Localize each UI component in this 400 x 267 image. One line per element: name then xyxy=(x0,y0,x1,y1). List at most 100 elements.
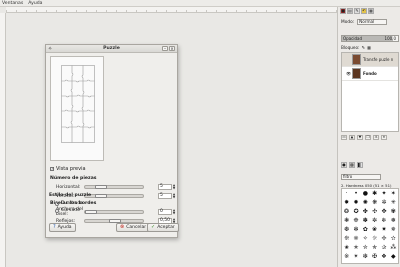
vertical-slider[interactable] xyxy=(84,194,144,198)
dialog-titlebar[interactable]: ✧ Puzzle – × xyxy=(46,45,177,53)
lower-layer-icon[interactable]: ▼ xyxy=(357,135,363,140)
new-layer-icon[interactable]: ▭ xyxy=(341,135,347,140)
vertical-spinbox[interactable]: 5 xyxy=(158,193,172,199)
brush-item[interactable]: ✳ xyxy=(391,199,396,206)
brush-item[interactable]: ❃ xyxy=(344,217,349,224)
brush-item[interactable]: ✰ xyxy=(381,244,386,251)
anchor-layer-icon[interactable]: ⚓ xyxy=(373,135,379,140)
gradients-tab-icon[interactable] xyxy=(357,162,363,168)
lock-alpha-icon[interactable]: ▦ xyxy=(367,45,371,50)
close-icon[interactable]: × xyxy=(169,46,175,51)
dock-tabs: ■ ▤ ✎ ↶ ▦ xyxy=(340,8,374,14)
brush-item[interactable]: ✿ xyxy=(363,226,368,233)
brush-item[interactable]: ✫ xyxy=(391,235,396,242)
brush-item[interactable]: ✵ xyxy=(391,226,396,233)
brush-item[interactable]: ✲ xyxy=(381,199,386,206)
brush-item[interactable]: ✥ xyxy=(381,208,386,215)
ok-button[interactable]: ✓ Aceptar xyxy=(147,223,179,232)
vertical-slider-handle[interactable] xyxy=(95,194,107,198)
brush-item[interactable]: ● xyxy=(363,190,368,197)
help-button[interactable]: ? Ayuda xyxy=(49,223,76,232)
pieces-section-title: Número de piezas xyxy=(50,176,97,181)
brush-item[interactable]: ❋ xyxy=(372,199,377,206)
cancel-button[interactable]: ⊗ Cancelar xyxy=(116,223,151,232)
brush-item[interactable]: · xyxy=(346,190,348,197)
brush-item[interactable]: ❅ xyxy=(391,217,396,224)
brush-item[interactable]: ❇ xyxy=(363,253,368,260)
brush-item[interactable]: ✮ xyxy=(363,244,368,251)
brush-item[interactable]: ✢ xyxy=(381,235,386,242)
brush-item[interactable]: ✧ xyxy=(363,235,368,242)
brush-item[interactable]: ❉ xyxy=(353,217,358,224)
mode-select[interactable]: Normal xyxy=(357,19,388,25)
brush-item[interactable]: ✣ xyxy=(372,208,377,215)
brush-item[interactable]: ❖ xyxy=(381,253,386,260)
raise-layer-icon[interactable]: ▲ xyxy=(349,135,355,140)
curved-radio[interactable] xyxy=(55,208,59,213)
duplicate-layer-icon[interactable]: ❐ xyxy=(365,135,371,140)
vertical-spin-arrows[interactable]: ▲ ▼ xyxy=(172,193,176,199)
horizontal-spinbox[interactable]: 5 xyxy=(158,184,172,190)
preview-toggle[interactable]: ✓ Vista previa xyxy=(50,166,86,172)
bevel-width-slider[interactable] xyxy=(84,210,144,214)
bevel-width-slider-handle[interactable] xyxy=(85,210,97,214)
brush-item[interactable]: ✤ xyxy=(363,208,368,215)
bevel-width-spinbox[interactable]: 0 xyxy=(158,209,172,215)
brush-item[interactable]: ❂ xyxy=(344,208,349,215)
horizontal-slider-handle[interactable] xyxy=(95,185,107,189)
brush-item[interactable]: ◆ xyxy=(391,253,396,260)
brush-item[interactable]: ✾ xyxy=(391,208,396,215)
brush-item[interactable]: ❊ xyxy=(344,235,349,242)
brush-item[interactable]: ✷ xyxy=(381,226,386,233)
bevel-width-spin-arrows[interactable]: ▲ ▼ xyxy=(172,209,176,215)
brush-item[interactable]: ※ xyxy=(344,253,349,260)
undo-tab-icon[interactable]: ↶ xyxy=(361,8,367,14)
help-icon: ? xyxy=(53,224,56,230)
brush-item[interactable]: ✸ xyxy=(344,199,349,206)
brush-item[interactable]: ⁂ xyxy=(390,244,396,251)
brush-item[interactable]: ❈ xyxy=(353,235,358,242)
brush-item[interactable]: ✺ xyxy=(363,199,368,206)
horizontal-spin-arrows[interactable]: ▲ ▼ xyxy=(172,184,176,190)
brush-item[interactable]: ✼ xyxy=(372,217,377,224)
brush-item[interactable]: ❆ xyxy=(344,226,349,233)
opacity-slider[interactable]: Opacidad 100,0 xyxy=(341,35,399,42)
brush-item[interactable]: ✱ xyxy=(372,190,377,197)
horizontal-label: Horizontal: xyxy=(56,184,81,190)
minimize-icon[interactable]: – xyxy=(162,46,168,51)
brushes-tab-icon[interactable]: ● xyxy=(341,162,347,168)
patterns-tab-icon[interactable]: ▩ xyxy=(349,162,355,168)
lock-pixels-icon[interactable]: ✎ xyxy=(361,45,365,50)
paths-tab-icon[interactable]: ✎ xyxy=(354,8,360,14)
delete-layer-icon[interactable]: ✕ xyxy=(381,135,387,140)
brush-item[interactable]: ✠ xyxy=(372,253,377,260)
images-tab-icon[interactable]: ▦ xyxy=(368,8,374,14)
brush-item[interactable]: ✬ xyxy=(344,244,349,251)
layer-item[interactable]: Transfe puzle n xyxy=(342,53,398,67)
brush-item[interactable]: ✪ xyxy=(353,208,358,215)
menu-ayuda[interactable]: Ayuda xyxy=(28,1,42,6)
brush-item[interactable]: ✦ xyxy=(381,190,386,197)
brush-item[interactable]: ❀ xyxy=(372,226,377,233)
preview-checkbox[interactable]: ✓ xyxy=(50,167,54,171)
square-radio[interactable] xyxy=(55,201,59,206)
layers-tab-icon[interactable]: ■ xyxy=(340,8,346,14)
brush-item[interactable]: ✶ xyxy=(391,190,396,197)
menu-ventanas[interactable]: Ventanas xyxy=(2,1,23,6)
brush-item[interactable]: ✯ xyxy=(372,244,377,251)
brush-item[interactable]: ✭ xyxy=(353,244,358,251)
style-curved-option[interactable]: Curvado xyxy=(55,208,80,213)
brush-item[interactable]: ✻ xyxy=(353,226,358,233)
brush-item[interactable]: ✴ xyxy=(353,253,358,260)
channels-tab-icon[interactable]: ▤ xyxy=(347,8,353,14)
layer-item[interactable]: 👁 Fondo xyxy=(342,67,398,81)
brush-item[interactable]: • xyxy=(354,190,358,197)
brush-item[interactable]: ✽ xyxy=(363,217,368,224)
brush-item[interactable]: ☼ xyxy=(372,235,377,242)
horizontal-slider[interactable] xyxy=(84,185,144,189)
brush-item[interactable]: ❄ xyxy=(381,217,386,224)
brush-filter-input[interactable]: filtro xyxy=(341,174,381,180)
brush-item[interactable]: ✹ xyxy=(353,199,358,206)
eye-icon[interactable]: 👁 xyxy=(346,71,351,76)
style-square-option[interactable]: Cuadrado xyxy=(55,201,83,206)
